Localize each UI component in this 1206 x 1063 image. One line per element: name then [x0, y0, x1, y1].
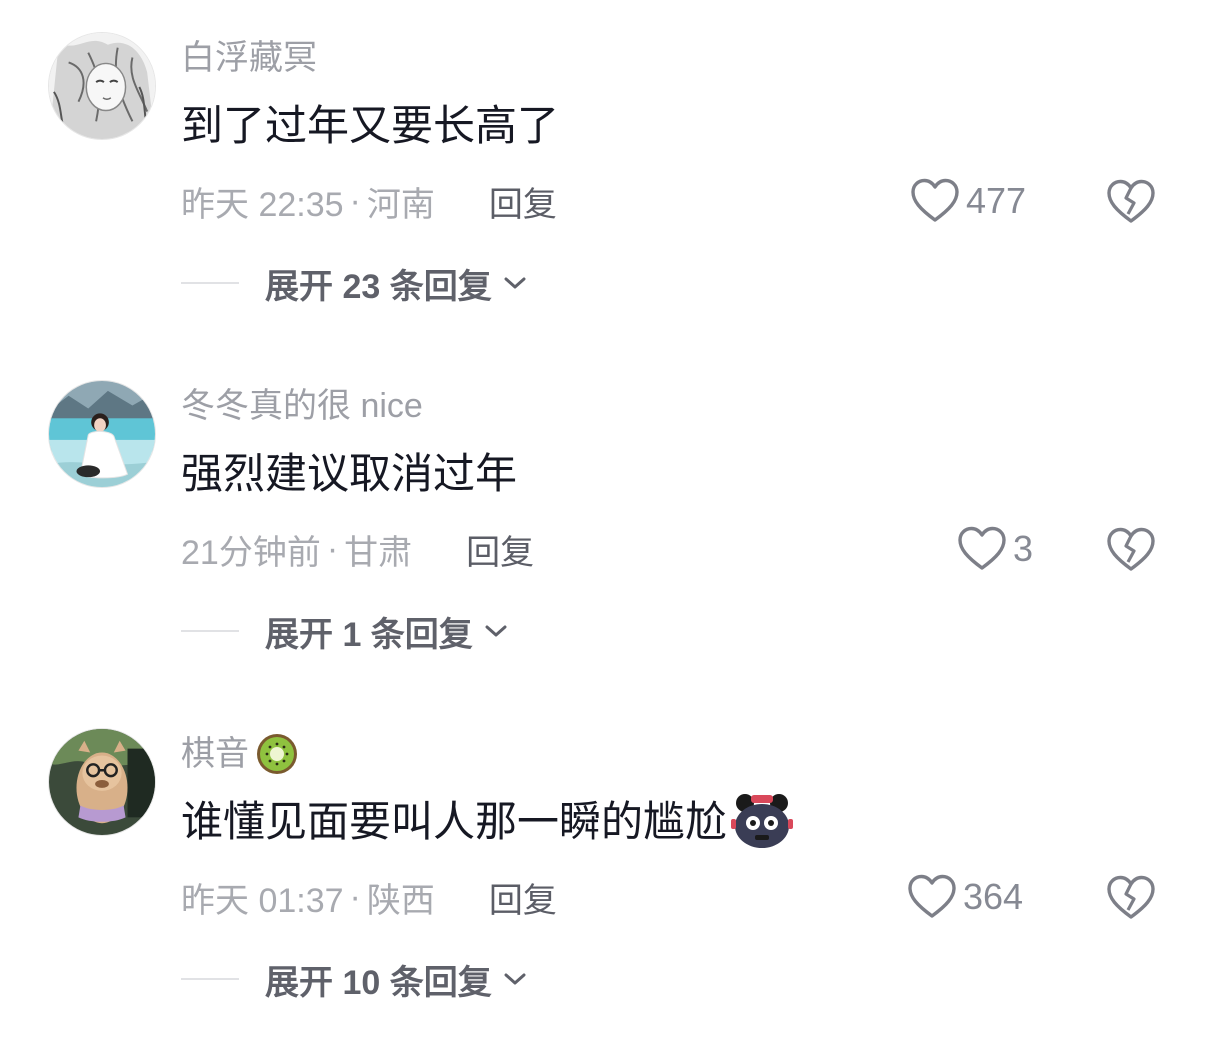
comment-text: 谁懂见面要叫人那一瞬的尴尬 — [181, 798, 728, 845]
like-count: 477 — [966, 180, 1027, 221]
expand-replies-button[interactable]: 展开 1 条回复 — [181, 606, 509, 656]
comment-meta: 昨天 22:35 · 河南 回复 — [181, 176, 557, 226]
awkward-face-icon — [731, 794, 794, 848]
comment-item: 棋音 谁懂见面要叫人那一瞬的尴尬 昨天 01:37 · 陕西 回复 364 展开… — [0, 696, 1206, 1036]
expand-replies-label: 展开 23 条回复 — [265, 267, 492, 306]
user-avatar[interactable] — [48, 728, 156, 836]
expand-replies-label: 展开 10 条回复 — [265, 963, 492, 1002]
username-row: 冬冬真的很 nice — [181, 384, 423, 428]
comment-location: 河南 — [366, 185, 435, 224]
meta-separator: · — [349, 181, 361, 220]
broken-heart-icon[interactable] — [1106, 872, 1156, 922]
expand-replies-label: 展开 1 条回复 — [265, 615, 473, 654]
comment-text-row: 到了过年又要长高了 — [181, 96, 559, 156]
reply-button[interactable]: 回复 — [489, 873, 557, 922]
comment-time: 昨天 01:37 — [181, 881, 344, 920]
comment-item: 白浮藏冥 到了过年又要长高了 昨天 22:35 · 河南 回复 477 展开 2… — [0, 0, 1206, 340]
heart-icon — [911, 178, 959, 222]
broken-heart-icon[interactable] — [1106, 176, 1156, 226]
comment-text-row: 谁懂见面要叫人那一瞬的尴尬 — [181, 792, 794, 852]
chevron-down-icon — [485, 625, 507, 637]
like-count: 364 — [963, 876, 1024, 917]
beach-photo-avatar-icon — [49, 381, 155, 487]
chevron-down-icon — [504, 277, 526, 289]
comment-text: 到了过年又要长高了 — [181, 102, 560, 149]
anime-sketch-avatar-icon — [49, 33, 155, 139]
username[interactable]: 冬冬真的很 nice — [181, 384, 423, 428]
comment-location: 陕西 — [366, 881, 435, 920]
expand-replies-button[interactable]: 展开 23 条回复 — [181, 258, 528, 308]
like-button[interactable]: 364 — [907, 872, 1023, 922]
kiwi-icon — [257, 734, 297, 774]
user-avatar[interactable] — [48, 380, 156, 488]
comment-item: 冬冬真的很 nice 强烈建议取消过年 21分钟前 · 甘肃 回复 3 展开 1… — [0, 348, 1206, 688]
heart-icon — [908, 874, 956, 918]
like-button[interactable]: 477 — [910, 176, 1026, 226]
comment-time: 21分钟前 — [181, 533, 321, 572]
divider-line — [181, 978, 239, 980]
heart-icon — [958, 526, 1006, 570]
username[interactable]: 白浮藏冥 — [181, 36, 317, 80]
meta-separator: · — [349, 877, 361, 916]
like-button[interactable]: 3 — [957, 524, 1033, 574]
expand-replies-button[interactable]: 展开 10 条回复 — [181, 954, 528, 1004]
username[interactable]: 棋音 — [181, 732, 249, 776]
chevron-down-icon — [504, 973, 526, 985]
comment-text: 强烈建议取消过年 — [181, 450, 518, 497]
comment-location: 甘肃 — [344, 533, 413, 572]
divider-line — [181, 282, 239, 284]
user-avatar[interactable] — [48, 32, 156, 140]
comment-text-row: 强烈建议取消过年 — [181, 444, 517, 504]
comment-meta: 21分钟前 · 甘肃 回复 — [181, 524, 534, 574]
like-count: 3 — [1013, 528, 1034, 569]
comment-meta: 昨天 01:37 · 陕西 回复 — [181, 872, 557, 922]
reply-button[interactable]: 回复 — [489, 177, 557, 226]
username-row: 白浮藏冥 — [181, 36, 317, 80]
username-row: 棋音 — [181, 732, 299, 776]
comment-time: 昨天 22:35 — [181, 185, 344, 224]
broken-heart-icon[interactable] — [1106, 524, 1156, 574]
alpaca-photo-avatar-icon — [49, 729, 155, 835]
divider-line — [181, 630, 239, 632]
reply-button[interactable]: 回复 — [466, 525, 534, 574]
meta-separator: · — [326, 529, 339, 568]
